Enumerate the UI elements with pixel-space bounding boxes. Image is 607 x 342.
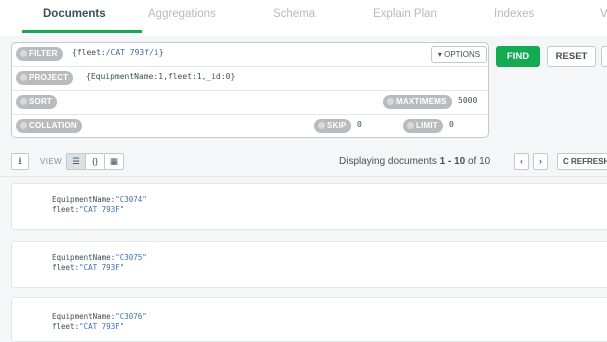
- export-icon[interactable]: ⭳: [11, 153, 29, 170]
- collation-label: COLLATION: [29, 121, 77, 130]
- limit-input[interactable]: 0: [449, 120, 454, 129]
- maxtimems-input[interactable]: 5000: [458, 96, 477, 105]
- field-key: EquipmentName:: [52, 312, 116, 321]
- project-row: PROJECT {EquipmentName:1,fleet:1,_id:0}: [12, 67, 488, 90]
- tab-aggregations[interactable]: Aggregations: [148, 8, 216, 20]
- field-key: fleet:: [52, 322, 80, 331]
- display-to: 10: [454, 156, 466, 167]
- skip-input[interactable]: 0: [357, 120, 362, 129]
- json-view-icon[interactable]: {}: [85, 153, 105, 170]
- tab-explain-plan[interactable]: Explain Plan: [373, 8, 437, 20]
- list-view-icon[interactable]: ☰: [66, 153, 86, 170]
- filter-prefix: {fleet:: [72, 48, 106, 57]
- doc-field-fleet: fleet:"CAT 793F": [52, 322, 124, 331]
- options-button[interactable]: ▾ OPTIONS: [431, 46, 487, 63]
- filter-value: /CAT 793f/i: [105, 48, 159, 57]
- project-badge: PROJECT: [16, 71, 74, 85]
- field-value: "C3075": [115, 253, 147, 262]
- field-key: EquipmentName:: [52, 253, 116, 262]
- collation-info-icon: [20, 122, 27, 129]
- filter-info-icon: [20, 50, 27, 57]
- collation-row: COLLATION SKIP 0 LIMIT 0: [12, 115, 488, 138]
- sort-info-icon: [20, 98, 27, 105]
- field-key: EquipmentName:: [52, 195, 116, 204]
- tab-validation[interactable]: V: [600, 8, 607, 20]
- skip-info-icon: [318, 122, 325, 129]
- doc-field-fleet: fleet:"CAT 793F": [52, 263, 124, 272]
- filter-badge: FILTER: [16, 47, 63, 61]
- maxtimems-badge: MAXTIMEMS: [383, 95, 452, 109]
- sort-label: SORT: [29, 97, 53, 106]
- filter-input[interactable]: {fleet:/CAT 793f/i}: [72, 48, 164, 57]
- tab-documents[interactable]: Documents: [43, 8, 106, 20]
- table-view-icon[interactable]: ▦: [104, 153, 124, 170]
- tab-schema[interactable]: Schema: [273, 8, 315, 20]
- sort-badge: SORT: [16, 95, 58, 109]
- sort-row: SORT MAXTIMEMS 5000: [12, 91, 488, 114]
- limit-label: LIMIT: [416, 121, 438, 130]
- field-value: "CAT 793F": [79, 322, 125, 331]
- maxtimems-label: MAXTIMEMS: [396, 97, 447, 106]
- project-label: PROJECT: [29, 73, 69, 82]
- field-value: "C3076": [115, 312, 147, 321]
- doc-field-fleet: fleet:"CAT 793F": [52, 205, 124, 214]
- active-tab-indicator: [22, 30, 142, 33]
- doc-field-equipment: EquipmentName:"C3075": [52, 253, 147, 262]
- doc-field-equipment: EquipmentName:"C3074": [52, 195, 147, 204]
- maxtimems-info-icon: [387, 98, 394, 105]
- skip-label: SKIP: [327, 121, 347, 130]
- query-bar: FILTER {fleet:/CAT 793f/i} ▾ OPTIONS PRO…: [11, 42, 489, 138]
- tab-indexes[interactable]: Indexes: [494, 8, 534, 20]
- next-page-icon[interactable]: ›: [533, 153, 548, 170]
- collation-input[interactable]: [92, 118, 312, 134]
- project-info-icon: [20, 74, 27, 81]
- sort-input[interactable]: [60, 94, 380, 110]
- document-card[interactable]: EquipmentName:"C3076" fleet:"CAT 793F": [11, 297, 607, 342]
- view-label: VIEW: [40, 157, 63, 166]
- display-count: Displaying documents 1 - 10 of 10: [339, 156, 490, 167]
- limit-badge: LIMIT: [403, 119, 443, 133]
- filter-label: FILTER: [29, 49, 58, 58]
- tab-bar: Documents Aggregations Schema Explain Pl…: [0, 0, 607, 36]
- field-value: "C3074": [115, 195, 147, 204]
- refresh-button[interactable]: C REFRESH: [557, 153, 607, 170]
- field-value: "CAT 793F": [79, 263, 125, 272]
- doc-field-equipment: EquipmentName:"C3076": [52, 312, 147, 321]
- find-button[interactable]: FIND: [496, 46, 540, 67]
- project-input[interactable]: {EquipmentName:1,fleet:1,_id:0}: [86, 72, 235, 81]
- results-toolbar: ⭳ VIEW ☰ {} ▦ Displaying documents 1 - 1…: [0, 147, 607, 177]
- document-card[interactable]: EquipmentName:"C3075" fleet:"CAT 793F": [11, 241, 607, 288]
- filter-suffix: }: [158, 48, 164, 57]
- skip-badge: SKIP: [314, 119, 352, 133]
- display-prefix: Displaying documents: [339, 156, 440, 167]
- field-value: "CAT 793F": [79, 205, 125, 214]
- display-dash: -: [445, 156, 455, 167]
- field-key: fleet:: [52, 205, 80, 214]
- reset-button[interactable]: RESET: [547, 46, 596, 67]
- more-actions-button[interactable]: [601, 46, 607, 67]
- collation-badge: COLLATION: [16, 119, 82, 133]
- filter-row: FILTER {fleet:/CAT 793f/i} ▾ OPTIONS: [12, 43, 488, 66]
- document-card[interactable]: EquipmentName:"C3074" fleet:"CAT 793F": [11, 183, 607, 230]
- prev-page-icon[interactable]: ‹: [514, 153, 529, 170]
- display-of: of 10: [465, 156, 491, 167]
- field-key: fleet:: [52, 263, 80, 272]
- limit-info-icon: [407, 122, 414, 129]
